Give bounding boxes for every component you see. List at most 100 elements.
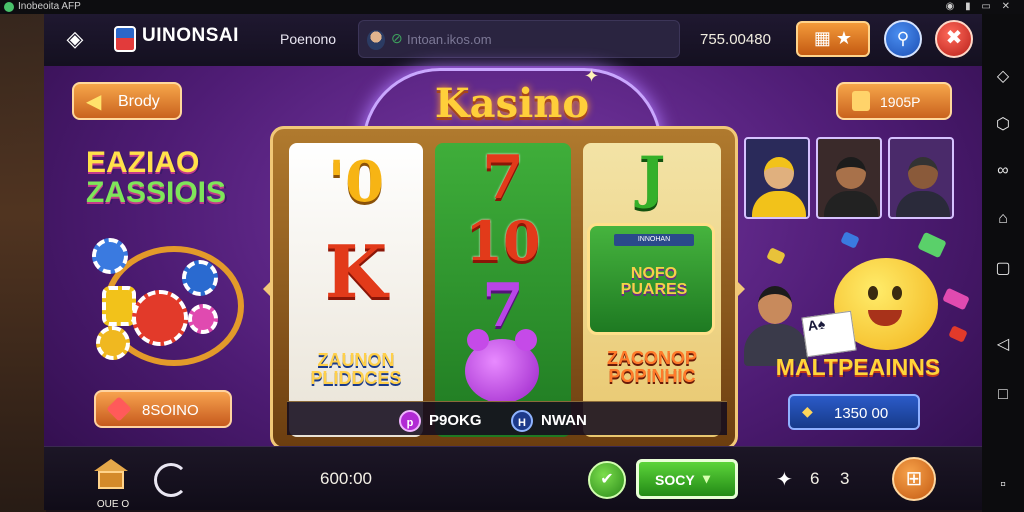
avatar-head [908,157,938,189]
chevron-down-icon: ▾ [703,470,711,486]
avatar-body [752,191,806,217]
win-text-1: P9OKG [429,412,482,429]
search-text: Intoan.ikos.om [407,32,492,47]
star-icon: ✦ [776,469,793,491]
avatar[interactable] [816,137,882,219]
avatar[interactable] [888,137,954,219]
top-bar: ◈ UINONSAI Poenono ⊘ Intoan.ikos.om 755.… [44,14,982,66]
reel-1-symbol-mid: K [324,229,388,314]
home-label: OUE O [96,499,130,510]
right-promo-title[interactable]: MALTPEAINNS [760,354,956,381]
recents-icon[interactable]: ▫ [982,476,1024,494]
gem-icon [766,247,786,265]
reel-3[interactable]: J INNOHAN NOFO PUARES ZACONOP POPINHIC [583,143,721,437]
left-bottom-label: 8SOINO [142,402,199,419]
app-icon [4,2,14,12]
avatar-head [764,157,794,189]
nav-icon-4[interactable]: ⌂ [982,210,1024,228]
nav-icon-1[interactable]: ◇ [982,66,1024,86]
pink-chip-icon [188,304,218,334]
brand-shield-icon [114,26,136,52]
h-badge-icon: H [511,410,533,432]
system-icons: ◉ ▮ ▭ ✕ [945,1,1014,12]
gift-icon [852,91,870,111]
left-bottom-button[interactable]: 8SOINO [94,390,232,428]
left-promo-title[interactable]: EAZIAO ZASSIOIS [86,148,256,208]
reel-2-symbol-top: 7 [482,143,524,213]
bet-amount: 600:00 [320,469,372,488]
brand-name: UINONSAI [142,25,239,46]
confirm-button[interactable]: ✔ [588,461,626,499]
home-box [98,471,124,489]
spin-label: SOCY [655,472,695,488]
bottom-bar: OUE O 600:00 ✔ SOCY ▾ ✦ 6 3 ⊞ [44,446,982,510]
diamond-logo-icon[interactable]: ◈ [56,26,94,52]
refresh-icon[interactable] [154,463,188,497]
stat-value-b: 3 [840,469,850,488]
reel-left-arrow-icon[interactable] [263,279,273,299]
home-nav-icon[interactable]: □ [982,386,1024,404]
character-head [758,286,792,324]
blue-chip-icon [92,238,128,274]
game-title: Kasino [434,80,590,127]
shop-button[interactable]: ▦ ★ [796,21,870,57]
avatar[interactable] [744,137,810,219]
nav-icon-2[interactable]: ⬡ [982,114,1024,134]
gem-icon [106,396,132,422]
app-name: Inobeoita AFP [18,1,81,12]
gem-icon [840,231,860,249]
home-roof [94,459,128,471]
menu-button[interactable]: ⊞ [892,457,936,501]
p-badge-icon: p [399,410,421,432]
reel-1[interactable]: '0 K ZAUNON PLIDDCES [289,143,423,437]
blue-chip-icon [182,260,218,296]
app-root: Inobeoita AFP ◉ ▮ ▭ ✕ ◇ ⬡ ∞ ⌂ ▢ ◁ □ ▫ ◈ … [0,0,1024,512]
back-icon[interactable]: ◁ [982,334,1024,354]
player-name[interactable]: Poenono [280,31,336,47]
reward-button[interactable]: 1905P [836,82,952,120]
reel-1-symbol-bottom: ZAUNON PLIDDCES [310,350,402,388]
stat-value-a: 6 [810,469,820,488]
home-icon[interactable] [88,455,134,499]
background-blur-left [0,14,46,512]
coin-icon: ◆ [802,403,813,419]
close-button[interactable]: ✖ [935,20,973,58]
spin-button[interactable]: SOCY ▾ [636,459,738,499]
nav-icon-5[interactable]: ▢ [982,258,1024,278]
search-button[interactable]: ⚲ [884,20,922,58]
mascot-eye [868,286,878,300]
link-icon: ⊘ [391,30,403,46]
search-input[interactable]: ⊘ Intoan.ikos.om [358,20,680,58]
avatar-head [836,157,866,189]
sparkle-icon: ✦ [584,66,600,86]
win-text-2: NWAN [541,412,587,429]
gold-chip-icon [102,286,136,326]
monster-icon [465,329,539,403]
avatar-body [824,191,878,217]
right-bottom-button[interactable]: ◆ 1350 00 [788,394,920,430]
gem-icon [917,231,947,259]
reward-button-label: 1905P [880,94,921,110]
mascot-mouth [868,310,902,326]
reel-3-symbol-bottom: ZACONOP POPINHIC [607,348,697,386]
win-bar: p P9OKG H NWAN [287,401,727,435]
reel-3-card-tag: INNOHAN [614,234,694,246]
reel-2[interactable]: 7 10 7 [435,143,571,437]
os-status-bar: Inobeoita AFP ◉ ▮ ▭ ✕ [0,0,1024,14]
body-button[interactable]: ◀ Brody [72,82,182,120]
body-button-label: Brody [118,93,160,110]
mascot-eye [892,286,902,300]
arrow-left-icon: ◀ [86,91,102,113]
avatar [367,30,385,50]
player-avatars [744,137,956,219]
android-nav-bar: ◇ ⬡ ∞ ⌂ ▢ ◁ □ ▫ [982,14,1024,512]
reel-1-symbol-top: '0 [327,149,385,215]
nav-icon-3[interactable]: ∞ [982,162,1024,180]
reel-3-symbol-top: J [638,145,666,211]
left-promo-line1: EAZIAO [86,146,200,179]
reel-2-symbol-low: 7 [482,271,524,341]
right-bottom-label: 1350 00 [834,405,889,422]
slot-reels: '0 K ZAUNON PLIDDCES 7 10 7 J INNOHAN NO… [263,126,745,450]
playing-cards-icon: A♠ [801,310,857,358]
avatar-body [896,191,950,217]
